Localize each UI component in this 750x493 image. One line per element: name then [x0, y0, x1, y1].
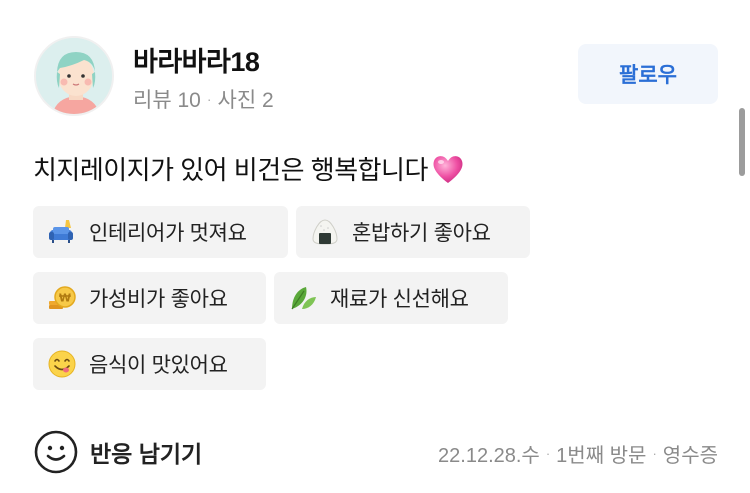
pink-heart-icon: [433, 155, 463, 183]
leaf-icon: [291, 287, 316, 310]
keyword-chip: 음식이 맛있어요: [33, 338, 266, 390]
smiley-outline-icon: [34, 430, 78, 474]
reaction-label: 반응 남기기: [90, 441, 203, 467]
keyword-chip: 혼밥하기 좋아요: [296, 206, 530, 258]
follow-button[interactable]: 팔로우: [578, 44, 718, 104]
svg-text:₩: ₩: [59, 292, 71, 305]
keyword-chip: 재료가 신선해요: [274, 272, 508, 324]
keyword-label: 혼밥하기 좋아요: [352, 222, 491, 245]
meta-separator: ·: [545, 446, 551, 461]
review-body: 치지레이지가 있어 비건은 행복합니다: [33, 155, 428, 185]
scrollbar[interactable]: [739, 108, 745, 176]
visit-info: 22.12.28.수 · 1번째 방문 · 영수증: [438, 439, 718, 468]
meta-separator: ·: [652, 446, 657, 461]
visit-date: 22.12.28.수: [438, 445, 540, 467]
photo-count: 사진 2: [217, 89, 274, 112]
leave-reaction-button[interactable]: 반응 남기기: [34, 430, 202, 474]
keyword-label: 인테리어가 멋져요: [89, 222, 247, 245]
keyword-chip: 인테리어가 멋져요: [33, 206, 288, 258]
keyword-label: 재료가 신선해요: [330, 288, 469, 311]
avatar-illustration-icon: [36, 38, 112, 114]
review-count: 리뷰 10: [133, 89, 201, 112]
receipt-badge: 영수증: [662, 445, 718, 467]
review-text: 치지레이지가 있어 비건은 행복합니다: [33, 150, 466, 187]
avatar[interactable]: [34, 36, 114, 116]
coins-icon: ₩: [49, 286, 76, 309]
visit-count: 1번째 방문: [556, 445, 647, 467]
rice-ball-icon: [312, 219, 338, 245]
meta-separator: ·: [206, 91, 212, 107]
keyword-label: 음식이 맛있어요: [89, 354, 228, 377]
keyword-chip: ₩ 가성비가 좋아요: [33, 272, 266, 324]
profile-meta: 리뷰 10 · 사진 2: [133, 84, 274, 114]
yummy-face-icon: [48, 350, 76, 378]
keyword-label: 가성비가 좋아요: [89, 288, 228, 311]
username[interactable]: 바라바라18: [133, 40, 260, 79]
sofa-icon: [49, 220, 73, 243]
